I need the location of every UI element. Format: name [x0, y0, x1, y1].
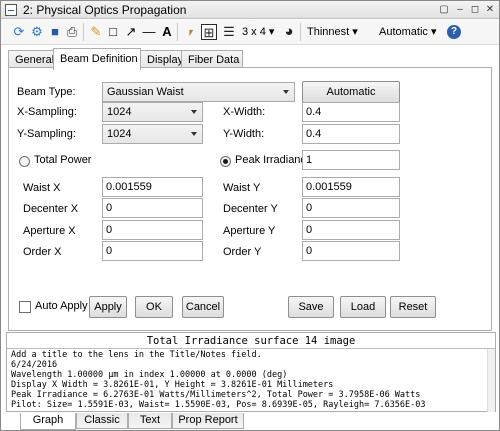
automatic-button[interactable]: Automatic: [302, 81, 400, 103]
minimize-icon[interactable]: –: [453, 3, 467, 16]
line-icon[interactable]: —: [141, 24, 157, 40]
y-sampling-value: 1024: [107, 128, 132, 140]
report-line: Peak Irradiance = 6.2763E-01 Watts/Milli…: [11, 390, 421, 400]
save-icon[interactable]: ■: [47, 24, 63, 40]
toolbar-separator: [300, 23, 301, 41]
x-sampling-label: X-Sampling:: [17, 106, 77, 118]
apply-button[interactable]: Apply: [89, 296, 127, 318]
scale-mode-value: Automatic: [379, 26, 428, 38]
window-icon: [5, 4, 17, 16]
report-scrollbar[interactable]: [487, 349, 495, 412]
layout-dropdown[interactable]: 3 x 4 ▾: [242, 25, 274, 38]
peak-irradiance-radio[interactable]: [220, 156, 231, 167]
waist-y-field[interactable]: 0.001559: [302, 177, 400, 197]
decenter-x-field[interactable]: 0: [102, 198, 203, 218]
report-line: Add a title to the lens in the Title/Not…: [11, 350, 262, 360]
tab-beam-definition[interactable]: Beam Definition: [53, 48, 141, 70]
order-y-label: Order Y: [223, 246, 262, 258]
tab-text[interactable]: Text: [128, 413, 172, 429]
x-width-field[interactable]: 0.4: [302, 102, 400, 122]
toolbar-separator: [177, 23, 178, 41]
line-weight-dropdown[interactable]: Thinnest ▾: [307, 25, 358, 38]
clock-icon[interactable]: ◕: [281, 24, 297, 40]
beam-type-select[interactable]: Gaussian Waist: [102, 82, 295, 102]
order-x-field[interactable]: 0: [102, 241, 203, 261]
waist-x-label: Waist X: [23, 182, 61, 194]
window-title: 2: Physical Optics Propagation: [23, 3, 187, 17]
settings-icon[interactable]: ⚙: [29, 24, 45, 40]
report-line: 6/24/2016: [11, 360, 58, 370]
layout-grid-icon[interactable]: ⊞: [201, 24, 217, 40]
toolbar: ⟳ ⚙ ■ ⎙ ✎ □ ↗ — A ⎖ ⊞ ☰ 3 x 4 ▾ ◕ Thinne…: [1, 20, 499, 45]
chevron-down-icon: ▾: [430, 26, 437, 38]
print-icon[interactable]: ⎙: [64, 24, 80, 40]
beam-type-label: Beam Type:: [17, 86, 76, 98]
report-divider: [7, 348, 495, 349]
x-sampling-value: 1024: [107, 106, 132, 118]
auto-apply-checkbox[interactable]: [19, 301, 31, 313]
chevron-down-icon: [191, 132, 197, 136]
report-line: Wavelength 1.00000 µm in index 1.00000 a…: [11, 370, 288, 380]
decenter-y-label: Decenter Y: [223, 203, 278, 215]
refresh-icon[interactable]: ⟳: [11, 24, 27, 40]
text-output-panel[interactable]: Total Irradiance surface 14 image Add a …: [6, 332, 496, 412]
aperture-y-field[interactable]: 0: [302, 220, 400, 240]
ok-button[interactable]: OK: [135, 296, 173, 318]
beam-type-value: Gaussian Waist: [107, 86, 184, 98]
report-title: Total Irradiance surface 14 image: [146, 335, 356, 347]
order-y-field[interactable]: 0: [302, 241, 400, 261]
arrow-icon[interactable]: ↗: [123, 24, 139, 40]
lock-icon[interactable]: ⎖: [183, 24, 199, 40]
tab-prop-report[interactable]: Prop Report: [172, 413, 244, 429]
order-x-label: Order X: [23, 246, 62, 258]
peak-irradiance-label: Peak Irradiance: [235, 154, 313, 166]
load-button[interactable]: Load: [340, 296, 386, 318]
rectangle-icon[interactable]: □: [105, 24, 121, 40]
reset-button[interactable]: Reset: [390, 296, 436, 318]
x-width-label: X-Width:: [223, 106, 266, 118]
cancel-button[interactable]: Cancel: [182, 296, 224, 318]
settings-panel: General Beam Definition Display Fiber Da…: [8, 46, 492, 331]
y-width-field[interactable]: 0.4: [302, 124, 400, 144]
auto-apply-label: Auto Apply: [35, 300, 88, 312]
y-width-label: Y-Width:: [223, 128, 265, 140]
toolbar-separator: [83, 23, 84, 41]
waist-y-label: Waist Y: [223, 182, 261, 194]
scale-mode-dropdown[interactable]: Automatic ▾: [379, 25, 437, 38]
total-power-radio[interactable]: [19, 156, 30, 167]
decenter-y-field[interactable]: 0: [302, 198, 400, 218]
layers-icon[interactable]: ☰: [221, 24, 237, 40]
aperture-y-label: Aperture Y: [223, 225, 276, 237]
waist-x-field[interactable]: 0.001559: [102, 177, 203, 197]
line-weight-value: Thinnest: [307, 26, 350, 38]
help-icon[interactable]: ?: [447, 25, 461, 39]
maximize-icon[interactable]: ◻: [468, 3, 482, 16]
chevron-down-icon: ▾: [352, 26, 358, 38]
report-line: Display X Width = 3.8261E-01, Y Height =…: [11, 380, 334, 390]
chevron-down-icon: [191, 110, 197, 114]
chevron-down-icon: [283, 90, 289, 94]
restore-icon[interactable]: ▢: [437, 3, 451, 16]
close-icon[interactable]: ✕: [483, 3, 497, 16]
y-sampling-label: Y-Sampling:: [17, 128, 76, 140]
x-sampling-select[interactable]: 1024: [102, 102, 203, 122]
text-icon[interactable]: A: [159, 24, 175, 40]
tab-graph[interactable]: Graph: [20, 413, 76, 430]
total-power-label: Total Power: [34, 154, 92, 166]
report-line: Pilot: Size= 1.5591E-03, Waist= 1.5590E-…: [11, 400, 426, 410]
peak-irradiance-field[interactable]: 1: [302, 150, 400, 170]
aperture-x-label: Aperture X: [23, 225, 76, 237]
analysis-window: 2: Physical Optics Propagation ▢ – ◻ ✕ ⟳…: [0, 0, 500, 431]
pencil-icon[interactable]: ✎: [88, 24, 104, 40]
beam-definition-form: Beam Type: Gaussian Waist Automatic X-Sa…: [8, 67, 492, 331]
title-bar[interactable]: 2: Physical Optics Propagation ▢ – ◻ ✕: [1, 1, 499, 19]
tab-classic[interactable]: Classic: [76, 413, 128, 429]
aperture-x-field[interactable]: 0: [102, 220, 203, 240]
y-sampling-select[interactable]: 1024: [102, 124, 203, 144]
save-button[interactable]: Save: [288, 296, 334, 318]
output-view-tabs: Graph Classic Text Prop Report: [6, 413, 496, 431]
decenter-x-label: Decenter X: [23, 203, 79, 215]
